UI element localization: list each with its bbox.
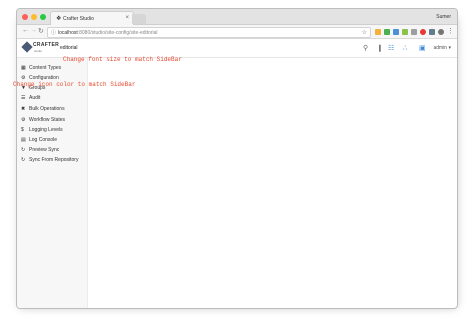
close-window-button[interactable]	[22, 14, 28, 20]
url-text: localhost:8080/studio/site-config/site-e…	[58, 30, 158, 36]
sidebar-item-label: Workflow States	[29, 117, 66, 123]
terminal-icon: ▤	[21, 137, 26, 143]
bookmark-star-icon[interactable]: ☆	[362, 29, 367, 36]
admin-sidebar: ▦ Content Types ⚙ Configuration ▼ Groups ☰ A…	[17, 58, 88, 308]
refresh-icon: ↻	[21, 147, 26, 153]
crafter-logo[interactable]: CRAFTER studio	[21, 41, 59, 55]
sidebar-item-logging-levels[interactable]: $ Logging Levels	[21, 127, 63, 134]
tab-title: Crafter Studio	[63, 16, 94, 22]
browser-window: ❖ Crafter Studio × Sumer ← → ↻ ⓘ localho…	[16, 8, 458, 309]
title-bar: ❖ Crafter Studio × Sumer	[17, 9, 457, 25]
extension-icon-1[interactable]	[375, 29, 381, 35]
minimize-window-button[interactable]	[31, 14, 37, 20]
sidebar-item-label: Sync From Repository	[29, 157, 79, 163]
back-arrow-icon[interactable]: ←	[22, 27, 29, 34]
browser-tab[interactable]: ❖ Crafter Studio ×	[50, 11, 134, 25]
extension-icon-7[interactable]	[429, 29, 435, 35]
grid-icon: ▦	[21, 65, 26, 71]
site-name[interactable]: editorial	[60, 45, 78, 51]
sidebar-item-preview-sync[interactable]: ↻ Preview Sync	[21, 147, 59, 154]
info-icon[interactable]: ⓘ	[51, 29, 56, 36]
search-icon[interactable]: ⚲	[363, 44, 368, 52]
reload-icon[interactable]: ↻	[38, 27, 44, 35]
sidebar-item-log-console[interactable]: ▤ Log Console	[21, 137, 57, 144]
vertical-menu-icon[interactable]: ❙	[377, 44, 383, 52]
new-tab-button[interactable]	[132, 14, 146, 24]
sidebar-item-sync-from-repository[interactable]: ↻ Sync From Repository	[21, 157, 78, 164]
gear-icon: ⚙	[21, 117, 26, 123]
preview-icon[interactable]: ▣	[419, 44, 426, 52]
crosshair-icon: ✖	[21, 106, 26, 112]
opera-extension-icon[interactable]	[420, 29, 426, 35]
crafter-favicon-icon: ❖	[56, 16, 62, 22]
logo-text: CRAFTER	[33, 42, 59, 48]
close-tab-icon[interactable]: ×	[125, 15, 129, 21]
refresh-icon: ↻	[21, 157, 26, 163]
extension-icon-3[interactable]	[393, 29, 399, 35]
admin-user-menu[interactable]: admin ▾	[433, 45, 451, 51]
url-path: :8080/studio/site-config/site-editorial	[77, 30, 158, 36]
sitemap-icon[interactable]: ∴	[403, 44, 407, 52]
sidebar-item-label: Audit	[29, 95, 41, 101]
annotation-font-size: Change font size to match SideBar	[63, 56, 182, 63]
annotation-icon-color: Change icon color to match SideBar	[13, 81, 136, 88]
sidebar-item-bulk-operations[interactable]: ✖ Bulk Operations	[21, 106, 65, 113]
extension-icon-4[interactable]	[402, 29, 408, 35]
sidebar-item-workflow-states[interactable]: ⚙ Workflow States	[21, 117, 65, 124]
url-host: localhost	[58, 30, 78, 36]
dashboard-icon[interactable]: ☷	[388, 44, 394, 52]
sidebar-item-label: Preview Sync	[29, 147, 60, 153]
more-menu-icon[interactable]: ⋮	[447, 27, 454, 35]
sidebar-item-label: Logging Levels	[29, 127, 63, 133]
sidebar-item-label: Bulk Operations	[29, 106, 65, 112]
url-input[interactable]: ⓘ localhost:8080/studio/site-config/site…	[47, 27, 371, 38]
dollar-icon: $	[21, 127, 24, 133]
settings-gear-icon[interactable]	[438, 29, 444, 35]
sidebar-item-audit[interactable]: ☰ Audit	[21, 95, 40, 102]
address-bar: ← → ↻ ⓘ localhost:8080/studio/site-confi…	[17, 25, 457, 39]
sidebar-item-label: Log Console	[29, 137, 58, 143]
forward-arrow-icon[interactable]: →	[30, 27, 37, 34]
extension-icon-5[interactable]	[411, 29, 417, 35]
logo-subtext: studio	[34, 49, 43, 53]
sidebar-item-content-types[interactable]: ▦ Content Types	[21, 65, 61, 72]
browser-profile-name[interactable]: Sumer	[436, 14, 451, 20]
extension-icon-2[interactable]	[384, 29, 390, 35]
sidebar-item-label: Content Types	[29, 65, 62, 71]
zoom-window-button[interactable]	[40, 14, 46, 20]
crafter-logo-mark-icon	[21, 41, 33, 53]
list-icon: ☰	[21, 95, 26, 101]
